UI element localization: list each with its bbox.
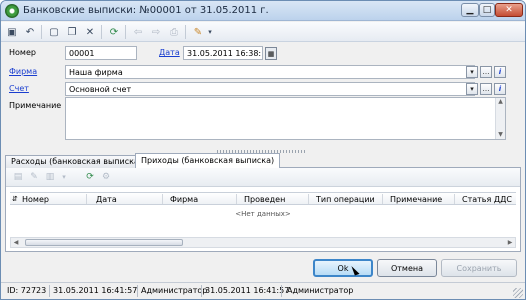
column-separator [236, 194, 237, 204]
edit-row-icon[interactable]: ✎ [28, 171, 40, 183]
scroll-left-icon[interactable]: ◀ [11, 238, 21, 247]
toolbar-separator [101, 25, 102, 39]
status-created-by: Администратор [141, 286, 208, 295]
column-operation-type[interactable]: Тип операции [316, 195, 375, 204]
status-modified-by: Администратор [287, 286, 354, 295]
account-select-ellipsis-icon[interactable]: … [480, 83, 492, 95]
cancel-button[interactable]: Отмена [377, 259, 437, 277]
calendar-icon[interactable]: ▦ [265, 47, 277, 60]
note-scrollbar[interactable]: ▲ ▼ [495, 98, 505, 139]
chevron-down-icon[interactable]: ▾ [203, 25, 217, 39]
grid-settings-icon[interactable]: ⚙ [100, 171, 112, 183]
column-firm[interactable]: Фирма [170, 195, 198, 204]
tab-panel-income: ▤ ✎ ▥ ▾ ⟳ ⚙ ⇵ Номер Дата Фирма Проведен … [5, 168, 521, 252]
scroll-down-icon[interactable]: ▼ [496, 131, 505, 139]
maximize-button[interactable]: □ [479, 3, 495, 17]
number-label: Номер [9, 48, 36, 57]
column-separator [308, 194, 309, 204]
number-field[interactable]: 00001 [65, 46, 137, 60]
column-separator [162, 194, 163, 204]
firm-select-ellipsis-icon[interactable]: … [480, 66, 492, 78]
account-dropdown-icon[interactable]: ▾ [466, 83, 478, 95]
close-button[interactable]: ✕ [495, 3, 523, 17]
tab-income[interactable]: Приходы (банковская выписка) [135, 153, 281, 169]
print-icon[interactable]: ⎙ [167, 25, 181, 39]
new-document-icon[interactable]: ▢ [47, 25, 61, 39]
refresh-icon[interactable]: ⟳ [107, 25, 121, 39]
toolbar-separator [125, 25, 126, 39]
toolbar-separator [185, 25, 186, 39]
ok-button[interactable]: Ok [313, 259, 373, 277]
account-field[interactable]: Основной счет [65, 82, 475, 96]
firm-info-icon[interactable]: i [494, 66, 506, 78]
scroll-right-icon[interactable]: ▶ [505, 238, 515, 247]
status-bar: ID: 72723 31.05.2011 16:41:57 Администра… [1, 282, 525, 299]
save-icon[interactable]: ▣ [5, 25, 19, 39]
firm-dropdown-icon[interactable]: ▾ [466, 66, 478, 78]
account-link[interactable]: Счет [9, 84, 29, 93]
note-textarea[interactable]: ▲ ▼ [65, 97, 506, 140]
column-date[interactable]: Дата [96, 195, 117, 204]
minimize-button[interactable]: ▁ [461, 3, 479, 17]
grid-toolbar: ▤ ✎ ▥ ▾ ⟳ ⚙ [6, 168, 520, 187]
save-button[interactable]: Сохранить [441, 259, 517, 277]
status-separator [201, 285, 202, 297]
add-row-icon[interactable]: ▤ [12, 171, 24, 183]
column-dds-item[interactable]: Статья ДДС [462, 195, 512, 204]
document-form: Номер 00001 Дата 31.05.2011 16:38:14 ▦ Ф… [1, 42, 525, 154]
grid-header: ⇵ Номер Дата Фирма Проведен Тип операции… [10, 192, 516, 205]
tab-strip: Расходы (банковская выписка) Приходы (ба… [5, 153, 521, 169]
undo-icon[interactable]: ↶ [23, 25, 37, 39]
delete-row-icon[interactable]: ▥ [44, 171, 56, 183]
column-separator [86, 194, 87, 204]
status-id: ID: 72723 [7, 286, 47, 295]
status-separator [49, 285, 50, 297]
back-icon[interactable]: ⇦ [131, 25, 145, 39]
account-info-icon[interactable]: i [494, 83, 506, 95]
delete-icon[interactable]: ✕ [83, 25, 97, 39]
title-bar[interactable]: Банковские выписки: №00001 от 31.05.2011… [1, 1, 525, 21]
main-toolbar: ▣ ↶ ▢ ❐ ✕ ⟳ ⇦ ⇨ ⎙ ✎ ▾ [1, 22, 525, 42]
firm-field[interactable]: Наша фирма [65, 65, 475, 79]
grid-body[interactable]: <Нет данных> [10, 205, 516, 235]
dialog-button-row: Ok Отмена Сохранить [1, 253, 525, 281]
horizontal-scrollbar[interactable]: ◀ ▶ [10, 237, 516, 248]
chevron-down-icon[interactable]: ▾ [58, 171, 70, 183]
column-separator [382, 194, 383, 204]
note-label: Примечание [9, 101, 62, 110]
status-created-at: 31.05.2011 16:41:57 [53, 286, 138, 295]
grid-refresh-icon[interactable]: ⟳ [84, 171, 96, 183]
firm-link[interactable]: Фирма [9, 67, 37, 76]
date-field[interactable]: 31.05.2011 16:38:14 [183, 46, 263, 60]
column-separator [454, 194, 455, 204]
column-number[interactable]: Номер [22, 195, 49, 204]
window-title: Банковские выписки: №00001 от 31.05.2011… [23, 5, 269, 16]
toolbar-separator [41, 25, 42, 39]
copy-icon[interactable]: ❐ [65, 25, 79, 39]
app-icon [5, 4, 19, 18]
status-separator [137, 285, 138, 297]
scrollbar-thumb[interactable] [25, 239, 183, 246]
no-data-message: <Нет данных> [235, 210, 291, 218]
tab-expenses[interactable]: Расходы (банковская выписка) [5, 155, 148, 168]
date-link[interactable]: Дата [159, 48, 180, 57]
scroll-up-icon[interactable]: ▲ [496, 98, 505, 106]
column-posted[interactable]: Проведен [244, 195, 285, 204]
document-window: Банковские выписки: №00001 от 31.05.2011… [0, 0, 526, 300]
sort-indicator-icon: ⇵ [12, 195, 18, 203]
forward-icon[interactable]: ⇨ [149, 25, 163, 39]
status-separator [281, 285, 282, 297]
status-modified-at: 31.05.2011 16:41:57 [205, 286, 290, 295]
resize-grip[interactable] [513, 288, 523, 298]
column-note[interactable]: Примечание [390, 195, 442, 204]
